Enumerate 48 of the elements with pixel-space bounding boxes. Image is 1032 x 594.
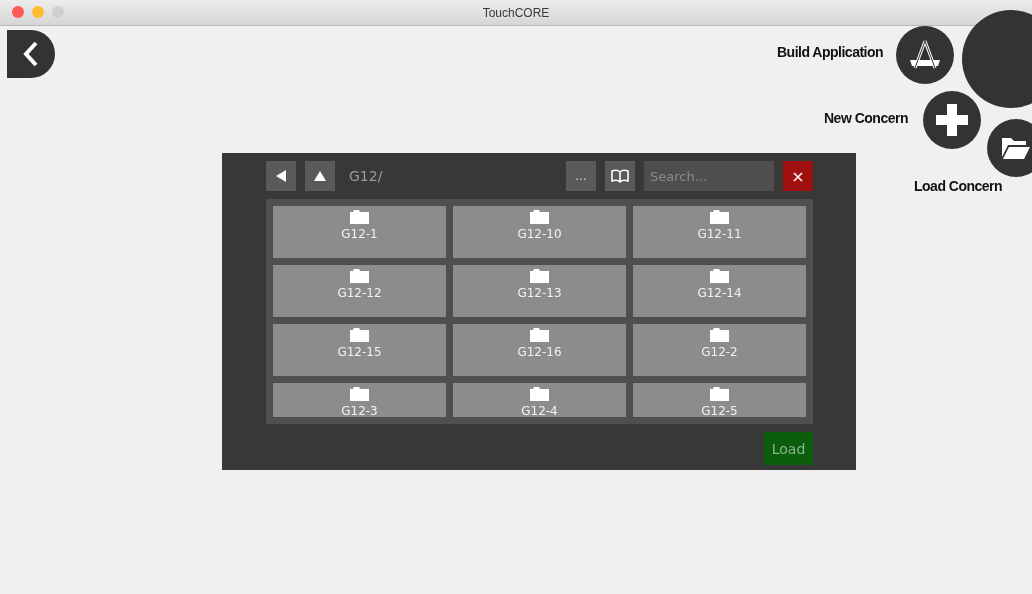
folder-tile[interactable]: G12-10: [453, 206, 626, 258]
library-button[interactable]: [605, 161, 635, 191]
folder-tile[interactable]: G12-11: [633, 206, 806, 258]
triangle-up-icon: [314, 171, 326, 181]
folder-tile[interactable]: G12-12: [273, 265, 446, 317]
folder-tile[interactable]: G12-15: [273, 324, 446, 376]
chevron-left-icon: [23, 41, 39, 67]
load-button[interactable]: [987, 119, 1032, 177]
plus-icon: [934, 102, 970, 138]
folder-tile[interactable]: G12-4: [453, 383, 626, 417]
back-button[interactable]: [266, 161, 296, 191]
close-button[interactable]: ×: [783, 161, 813, 191]
triangle-left-icon: [276, 170, 286, 182]
folder-icon: [710, 269, 729, 283]
folder-icon: [350, 387, 369, 401]
folder-tile[interactable]: G12-13: [453, 265, 626, 317]
folder-tile[interactable]: G12-14: [633, 265, 806, 317]
folder-icon: [710, 387, 729, 401]
up-button[interactable]: [305, 161, 335, 191]
search-field[interactable]: Search...: [644, 161, 774, 191]
book-icon: [611, 169, 629, 183]
folder-tile[interactable]: G12-16: [453, 324, 626, 376]
new-button[interactable]: [923, 91, 981, 149]
folder-icon: [350, 328, 369, 342]
folder-icon: [530, 210, 549, 224]
folder-icon: [710, 210, 729, 224]
folder-icon: [350, 210, 369, 224]
folder-icon: [530, 269, 549, 283]
folder-tile[interactable]: G12-3: [273, 383, 446, 417]
action-label: Load Concern: [914, 178, 1003, 194]
more-button[interactable]: ...: [566, 161, 596, 191]
menu-circle[interactable]: [962, 10, 1032, 108]
folder-open-icon: [1001, 135, 1031, 161]
folder-tile[interactable]: G12-5: [633, 383, 806, 417]
folder-icon: [530, 387, 549, 401]
action-label: New Concern: [824, 110, 908, 126]
folder-icon: [710, 328, 729, 342]
folder-tile[interactable]: G12-2: [633, 324, 806, 376]
build-button[interactable]: [896, 26, 954, 84]
close-light-icon[interactable]: [12, 6, 24, 18]
folder-path: G12/: [349, 168, 384, 184]
folder-icon: [530, 328, 549, 342]
folder-tile[interactable]: G12-1: [273, 206, 446, 258]
action-label: Build Application: [777, 44, 884, 60]
load-button[interactable]: Load: [764, 432, 813, 465]
window-title: TouchCORE: [482, 5, 550, 20]
back-button[interactable]: [7, 30, 55, 78]
folder-icon: [350, 269, 369, 283]
